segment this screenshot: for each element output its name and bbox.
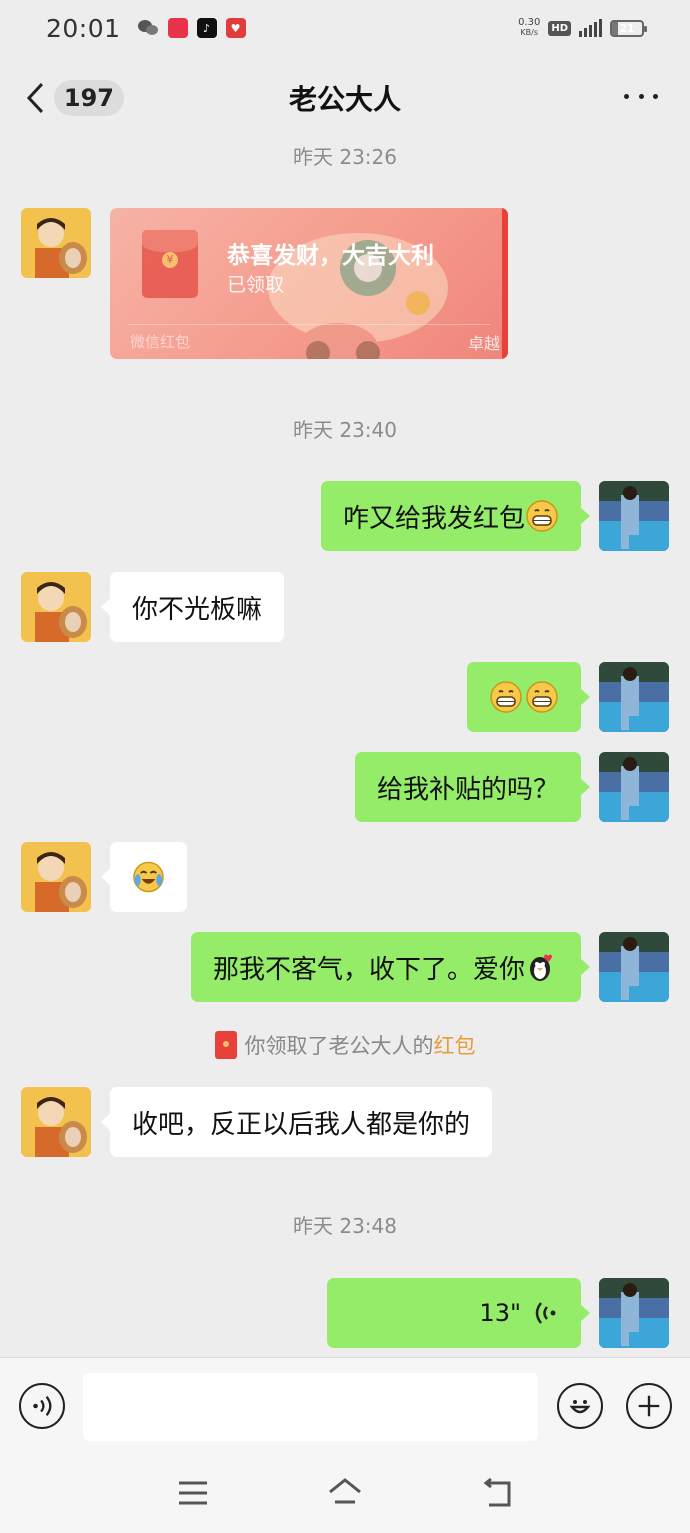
message-text: 你不光板嘛 [132,594,263,625]
battery-level: 21 [619,21,635,35]
emoji-button[interactable] [557,1383,603,1429]
received-message[interactable]: 你不光板嘛 [100,572,285,642]
menu-icon[interactable] [175,1475,211,1511]
back-nav-icon[interactable] [481,1475,517,1511]
app-notification-icon: ♥ [225,18,246,38]
received-message[interactable]: 收吧，反正以后我人都是你的 [100,1087,493,1157]
sent-message[interactable]: 那我不客气，收下了。爱你 [190,932,591,1002]
voice-message[interactable]: 13" [327,1278,590,1348]
message-text: 给我补贴的吗？ [376,774,559,805]
red-packet-source: 微信红包 [130,333,191,351]
voice-wave-icon [535,1302,556,1324]
voice-wave-icon [33,1396,52,1416]
battery-icon: 21 [610,19,647,37]
timestamp: 昨天 23:40 [293,418,397,442]
grin-emoji-icon [526,500,558,532]
more-actions-button[interactable] [626,1383,672,1429]
contact-avatar[interactable] [21,842,91,912]
grin-emoji-icon [526,681,558,713]
self-avatar[interactable] [599,481,669,551]
message-text: 那我不客气，收下了。爱你 [212,954,525,985]
penguin-heart-emoji-icon [530,954,552,981]
contact-avatar[interactable] [21,1087,91,1157]
red-packet-status: 已领取 [227,274,285,296]
system-nav-bar [0,1453,690,1533]
voice-input-button[interactable] [19,1383,65,1429]
red-packet-cover-name: 卓越 [467,334,500,353]
timestamp: 昨天 23:26 [293,145,397,169]
received-message[interactable] [101,842,187,912]
grin-emoji-icon [490,681,522,713]
red-envelope-icon [142,230,198,298]
hd-icon: HD [548,20,571,36]
sent-message[interactable]: 咋又给我发红包 [320,481,591,551]
red-packet-link[interactable]: 红包 [434,1030,476,1060]
smile-icon [569,1400,591,1414]
more-options-button[interactable] [624,84,658,108]
status-app-icons: ♪ ♥ [137,18,246,38]
self-avatar[interactable] [599,752,669,822]
douyin-icon: ♪ [196,18,217,38]
message-text: 咋又给我发红包 [342,503,525,534]
home-icon[interactable] [327,1475,363,1511]
input-bar [0,1357,690,1453]
self-avatar[interactable] [599,1278,669,1348]
chat-title: 老公大人 [288,83,401,116]
network-speed: 0.30 KB/s [518,17,541,38]
self-avatar[interactable] [599,932,669,1002]
chat-header: 197 老公大人 [0,60,690,134]
signal-icon [579,19,602,37]
voice-duration: 13" [479,1299,521,1327]
red-packet-message[interactable]: 恭喜发财，大吉大利 已领取 微信红包 卓越 [110,208,508,359]
plus-icon [638,1395,660,1417]
status-bar: 20:01 ♪ ♥ 0.30 KB/s HD 21 [0,0,690,56]
red-envelope-icon [214,1031,237,1059]
laugh-cry-emoji-icon [133,861,164,893]
system-message: 你领取了老公大人的 红包 [0,1030,690,1060]
timestamp: 昨天 23:48 [293,1214,397,1238]
self-avatar[interactable] [599,662,669,732]
message-input[interactable] [83,1373,538,1441]
sent-message[interactable]: 给我补贴的吗？ [354,752,591,822]
contact-avatar[interactable] [21,572,91,642]
sent-message[interactable] [467,662,590,732]
wechat-icon [137,18,159,38]
message-text: 收吧，反正以后我人都是你的 [132,1109,471,1140]
red-packet-title: 恭喜发财，大吉大利 [227,243,434,269]
contact-avatar[interactable] [21,208,91,278]
status-time: 20:01 [46,13,121,43]
xiaohongshu-icon [167,18,188,38]
